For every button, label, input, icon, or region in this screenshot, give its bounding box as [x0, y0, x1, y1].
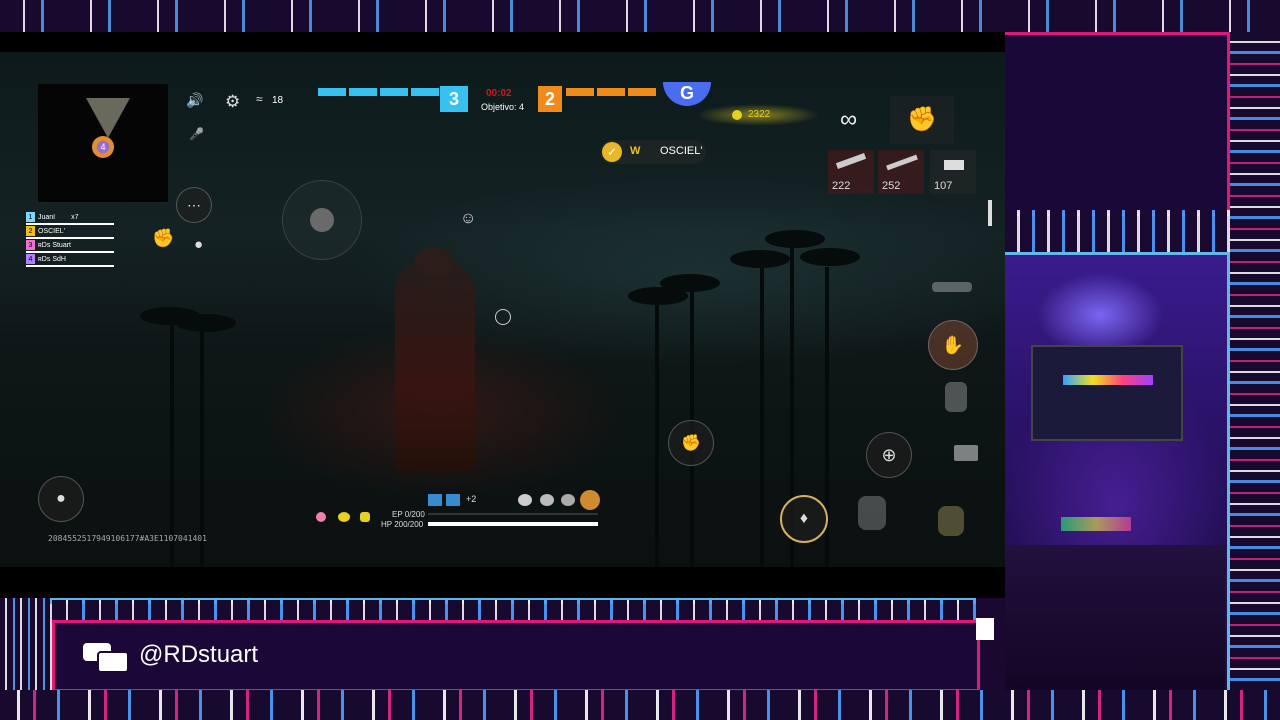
overlay-namebox-glitch — [52, 600, 976, 620]
skills-bar[interactable]: +2 — [428, 492, 486, 508]
webcam-top-panel — [1005, 32, 1230, 216]
pistol-icon — [944, 160, 964, 170]
crouch-action-icon[interactable] — [945, 382, 967, 412]
team-orange-bar — [566, 88, 658, 96]
hp-stat: HP 200/200 — [381, 520, 424, 529]
like-player-name: OSCIEL' — [660, 145, 703, 157]
hp-bar-track — [428, 522, 598, 526]
weapon-1-ammo: 222 — [832, 180, 851, 192]
thumbs-up-icon[interactable]: ✓ — [602, 142, 622, 162]
streamer-handle: @RDstuart — [139, 641, 259, 668]
ep-bar-track — [428, 513, 598, 515]
overlay-top-glitch-bar — [0, 0, 1280, 32]
team-blue-score: 3 — [440, 86, 468, 112]
prone-action-icon[interactable] — [932, 282, 972, 292]
joystick-knob[interactable] — [310, 208, 334, 232]
pet-icon-2[interactable] — [540, 494, 554, 506]
pet-icon-3[interactable] — [561, 494, 575, 506]
team-orange-score: 2 — [538, 86, 562, 112]
punch-weapon-icon[interactable]: ✊ — [890, 96, 954, 144]
chat-button[interactable]: ⋯ — [176, 187, 212, 223]
wifi-icon: ≈ — [256, 92, 263, 106]
player-character — [395, 262, 475, 472]
like-player-badge[interactable]: ✓ W OSCIEL' — [600, 140, 706, 164]
minimap[interactable]: 4 — [38, 84, 168, 202]
sprint-action-icon[interactable] — [858, 496, 886, 530]
mushroom-icon[interactable] — [338, 512, 350, 522]
punch-button[interactable]: ✊ — [668, 420, 714, 466]
garena-logo-icon: G — [663, 82, 711, 106]
webcam-keyboard — [1061, 517, 1131, 531]
special-skill-icon[interactable] — [580, 490, 600, 510]
scrollbar-handle[interactable] — [988, 200, 992, 226]
fire-button[interactable]: ✋ — [928, 320, 978, 370]
overlay-right-glitch-bar — [1230, 32, 1280, 690]
movement-joystick[interactable] — [282, 180, 362, 260]
infinity-icon: ∞ — [840, 106, 858, 133]
signal-value: 18 — [272, 95, 284, 106]
overlay-bottom-glitch-bar — [0, 690, 1280, 720]
team-blue-bar — [318, 88, 440, 96]
vehicle-button[interactable]: ● — [38, 476, 84, 522]
map-player-marker: 4 — [92, 136, 114, 158]
currency-display: 2322 — [696, 104, 820, 126]
webcam-monitor — [1031, 345, 1183, 441]
assault-rifle-icon — [835, 153, 867, 169]
team-member-1: 1 JuanI x7 — [26, 212, 114, 225]
objective-label: Objetivo: 4 — [481, 102, 525, 112]
match-timer: 00:02 — [486, 88, 512, 99]
chat-bubbles-icon — [83, 643, 129, 673]
microphone-icon[interactable]: 🎤 — [189, 127, 204, 141]
medkit-icon[interactable] — [316, 512, 326, 522]
crosshair-icon — [495, 309, 511, 325]
player-id: 2084552517949106177#A3E1107041401 — [48, 534, 207, 543]
location-pin-icon[interactable]: ● — [194, 236, 203, 253]
jump-action-icon[interactable] — [938, 506, 964, 536]
webcam-desk — [1005, 545, 1225, 691]
hp-bar-fill — [428, 522, 598, 526]
scope-button[interactable]: ⊕ — [866, 432, 912, 478]
emote-icon[interactable]: ☺ — [460, 210, 476, 228]
currency-value: 2322 — [748, 109, 771, 120]
weapon-slot-3[interactable]: 107 — [930, 150, 976, 194]
armor-icon[interactable] — [360, 512, 370, 522]
reload-action-icon[interactable] — [954, 445, 978, 461]
skill-plus: +2 — [466, 494, 477, 504]
webcam-glitch-strip — [1005, 210, 1230, 252]
rank-badge-icon: W — [630, 145, 641, 157]
weapon-slot-2[interactable]: 252 — [878, 150, 924, 194]
team-member-4: 4 ʀDs SdH — [26, 254, 114, 267]
consumables[interactable] — [314, 510, 376, 526]
weapon-3-ammo: 107 — [934, 180, 953, 192]
volume-icon[interactable]: 🔊 — [186, 92, 203, 109]
team-member-3: 3 ʀDs Stuart — [26, 240, 114, 253]
weapon-slot-1[interactable]: 222 — [828, 150, 874, 194]
weapon-2-ammo: 252 — [882, 180, 901, 192]
vision-cone-icon — [86, 98, 130, 138]
pet-skill-bar[interactable] — [518, 490, 602, 510]
settings-gear-icon[interactable]: ⚙ — [225, 92, 240, 112]
coin-icon — [732, 110, 742, 120]
punch-left-icon[interactable]: ✊ — [152, 228, 174, 249]
overlay-left-glitch-bar — [0, 598, 52, 690]
scoreboard: 3 00:02 Objetivo: 4 2 G — [318, 82, 713, 116]
webcam-feed — [1005, 252, 1230, 694]
ep-stat: EP 0/200 — [392, 510, 425, 519]
pet-icon-1[interactable] — [518, 494, 532, 506]
overlay-corner-box — [976, 618, 994, 640]
team-member-2: 2 OSCIEL' — [26, 226, 114, 239]
backpack-button[interactable]: ♦ — [780, 495, 828, 543]
skill-icon-2[interactable] — [446, 494, 460, 506]
streamer-name-box: @RDstuart — [52, 620, 980, 692]
rifle-icon — [886, 154, 918, 171]
skill-icon-1[interactable] — [428, 494, 442, 506]
